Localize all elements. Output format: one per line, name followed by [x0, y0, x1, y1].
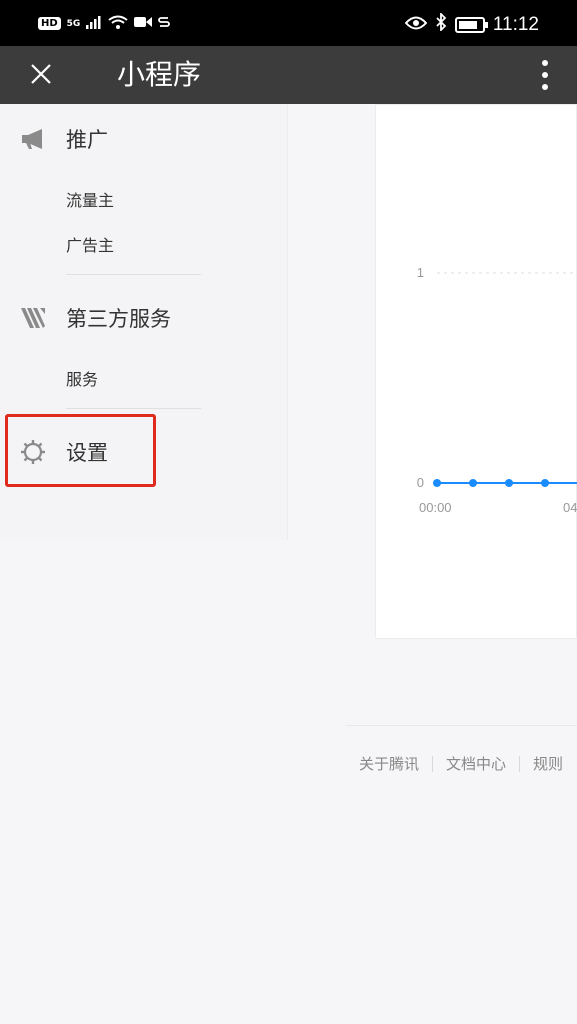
footer-divider	[346, 725, 577, 726]
divider	[66, 274, 201, 275]
title-bar: 小程序	[0, 46, 577, 104]
eye-icon	[404, 14, 428, 35]
divider	[66, 408, 201, 409]
footer-link-about[interactable]: 关于腾讯	[359, 753, 419, 774]
footer-link-rules[interactable]: 规则	[533, 753, 563, 774]
status-bar: HD 5G 11:12	[0, 0, 577, 46]
data-point	[469, 479, 477, 487]
footer-links: 关于腾讯 文档中心 规则	[359, 753, 563, 774]
line-chart: 1 0 00:00 04	[417, 265, 577, 515]
sidebar-item-promotion[interactable]: 推广	[20, 124, 108, 154]
data-point	[541, 479, 549, 487]
status-left: HD 5G	[38, 15, 171, 32]
footer-separator	[432, 755, 434, 772]
sidebar-item-third-party[interactable]: 第三方服务	[20, 303, 171, 333]
footer-separator	[519, 755, 521, 772]
bluetooth-icon	[435, 11, 447, 36]
battery-icon	[454, 16, 488, 33]
more-vertical-icon[interactable]	[541, 60, 549, 90]
hd-badge: HD	[38, 17, 61, 30]
sync-icon	[158, 15, 171, 32]
page-title: 小程序	[117, 58, 202, 91]
data-point	[505, 479, 513, 487]
clock: 11:12	[492, 13, 539, 35]
signal-icon	[86, 15, 102, 32]
sidebar-subitem-traffic-owner[interactable]: 流量主	[66, 187, 114, 211]
megaphone-icon	[20, 126, 46, 152]
highlight-box	[5, 414, 156, 487]
sidebar: 推广 流量主 广告主 第三方服务 服务 设置	[0, 104, 288, 540]
y-tick-label: 1	[417, 265, 424, 280]
third-party-icon	[20, 305, 46, 331]
sidebar-item-label: 第三方服务	[66, 307, 171, 331]
close-icon[interactable]	[30, 56, 52, 94]
sidebar-item-label: 推广	[66, 128, 108, 152]
main-content: 推广 流量主 广告主 第三方服务 服务 设置 1 0 00:00 04 关于腾讯 文档…	[0, 104, 577, 1024]
footer-link-docs[interactable]: 文档中心	[446, 753, 506, 774]
sidebar-subitem-services[interactable]: 服务	[66, 366, 98, 390]
video-icon	[134, 16, 153, 31]
sidebar-subitem-advertiser[interactable]: 广告主	[66, 232, 114, 256]
network-type: 5G	[66, 18, 81, 29]
x-tick-label: 00:00	[419, 500, 452, 515]
status-right: 11:12	[404, 11, 539, 36]
wifi-icon	[108, 15, 128, 32]
y-tick-label: 0	[417, 475, 424, 490]
data-point	[433, 479, 441, 487]
x-tick-label: 04	[563, 500, 577, 515]
chart-card: 1 0 00:00 04	[375, 104, 577, 639]
